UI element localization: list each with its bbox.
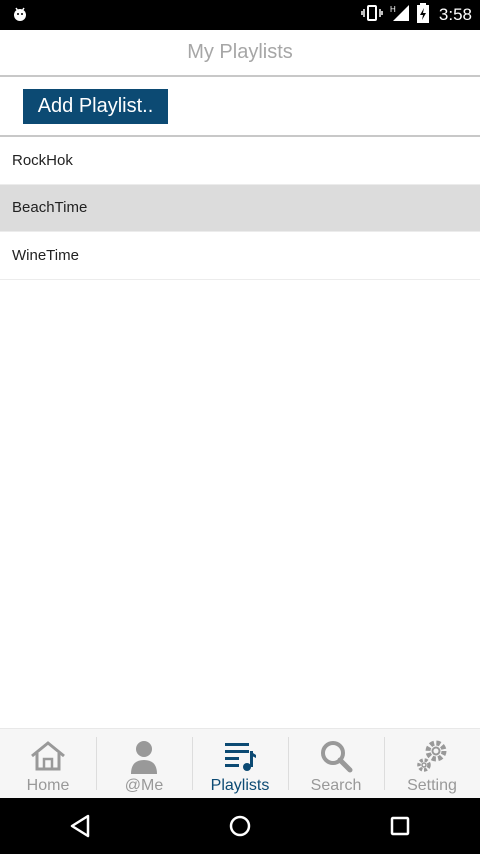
gear-icon (413, 737, 451, 775)
page-header: My Playlists (0, 30, 480, 77)
tab-label: @Me (124, 777, 164, 794)
svg-text:H: H (390, 5, 396, 14)
back-icon[interactable] (50, 798, 110, 854)
tab-label: Home (26, 777, 70, 794)
tab-me[interactable]: @Me (96, 729, 192, 798)
tab-label: Search (310, 777, 362, 794)
list-item[interactable]: RockHok (0, 137, 480, 185)
screen: H 3:58 My Playlists Add Playlist.. RockH… (0, 0, 480, 854)
list-item[interactable]: BeachTime (0, 184, 480, 232)
toolbar: Add Playlist.. (0, 77, 480, 137)
list-item[interactable]: WineTime (0, 232, 480, 280)
add-playlist-button[interactable]: Add Playlist.. (23, 89, 168, 124)
android-icon (10, 5, 30, 25)
signal-h-icon: H (389, 4, 411, 27)
playlist-icon (221, 737, 259, 775)
search-icon (317, 737, 355, 775)
tab-playlists[interactable]: Playlists (192, 729, 288, 798)
tab-label: Setting (407, 777, 457, 794)
vibrate-icon (361, 4, 383, 27)
page-title: My Playlists (187, 41, 293, 63)
home-circle-icon[interactable] (210, 798, 270, 854)
playlist-list: RockHok BeachTime WineTime (0, 137, 480, 280)
system-nav-bar (0, 798, 480, 854)
tab-search[interactable]: Search (288, 729, 384, 798)
tab-home[interactable]: Home (0, 729, 96, 798)
user-icon (125, 737, 163, 775)
tab-setting[interactable]: Setting (384, 729, 480, 798)
home-icon (29, 737, 67, 775)
recents-icon[interactable] (370, 798, 430, 854)
battery-icon (416, 2, 429, 28)
status-bar: H 3:58 (0, 0, 480, 30)
clock: 3:58 (438, 5, 472, 24)
bottom-tab-bar: Home @Me Playlists Search Setting (0, 728, 480, 798)
status-icons: H 3:58 (361, 0, 472, 30)
tab-label: Playlists (210, 777, 270, 794)
